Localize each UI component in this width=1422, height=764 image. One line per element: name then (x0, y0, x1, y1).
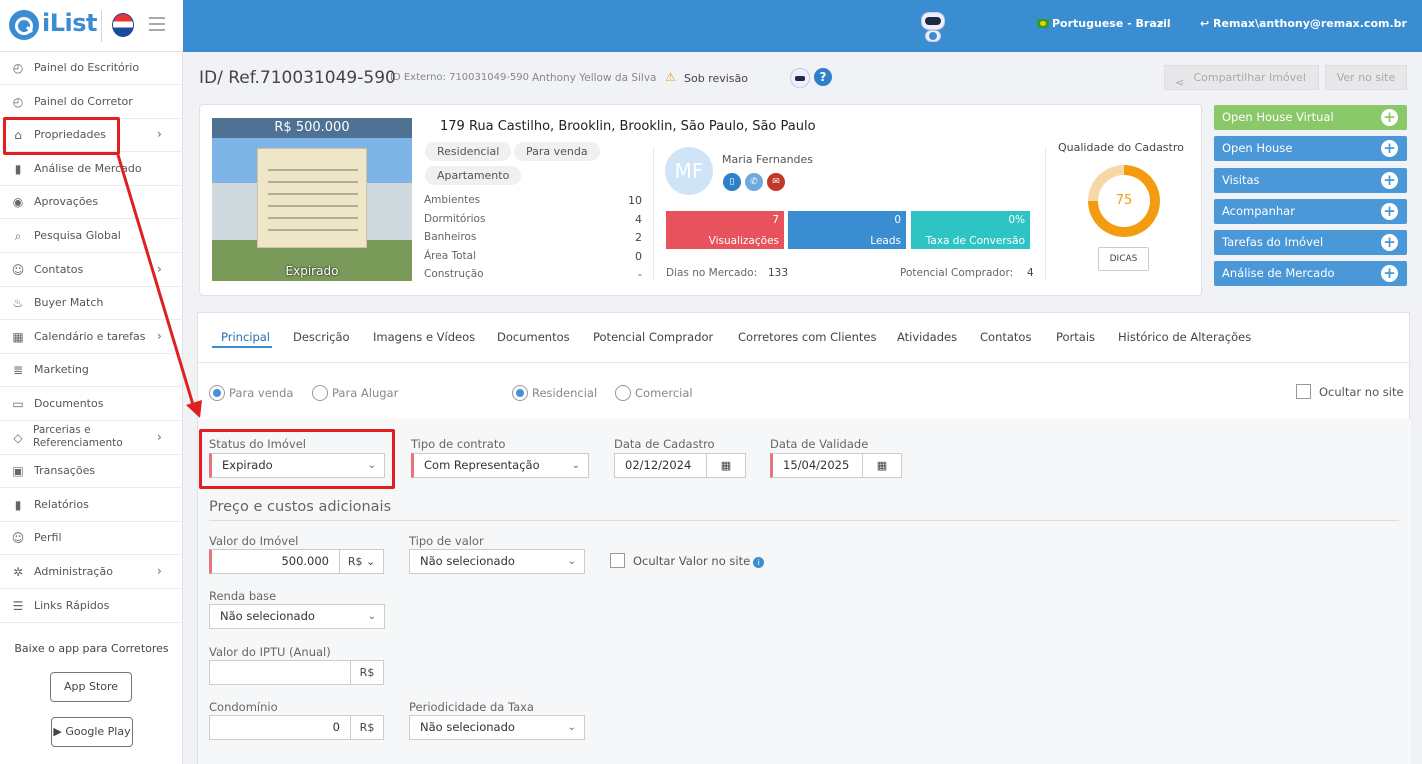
app-root: iList Portuguese - Brazil ⌄ ↩ Remax\anth… (0, 0, 1422, 764)
annotation-arrow (116, 154, 202, 418)
